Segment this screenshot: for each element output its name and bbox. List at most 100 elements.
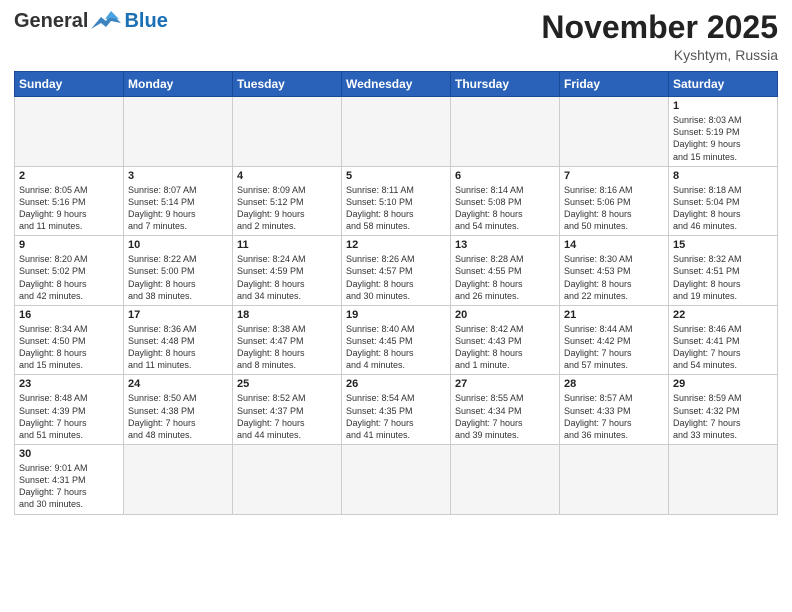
calendar-cell: 2Sunrise: 8:05 AM Sunset: 5:16 PM Daylig…	[15, 166, 124, 236]
day-number: 9	[19, 239, 119, 251]
day-info: Sunrise: 8:11 AM Sunset: 5:10 PM Dayligh…	[346, 184, 446, 233]
day-info: Sunrise: 8:42 AM Sunset: 4:43 PM Dayligh…	[455, 323, 555, 372]
day-number: 18	[237, 309, 337, 321]
calendar-cell	[233, 97, 342, 167]
calendar-cell	[451, 445, 560, 515]
day-number: 1	[673, 100, 773, 112]
weekday-header-wednesday: Wednesday	[342, 72, 451, 97]
calendar-week-row: 2Sunrise: 8:05 AM Sunset: 5:16 PM Daylig…	[15, 166, 778, 236]
month-title: November 2025	[541, 10, 778, 45]
day-info: Sunrise: 8:30 AM Sunset: 4:53 PM Dayligh…	[564, 253, 664, 302]
calendar-cell	[124, 97, 233, 167]
calendar-cell: 9 Sunrise: 8:20 AM Sunset: 5:02 PM Daylig…	[15, 236, 124, 306]
logo-bird-icon	[91, 11, 121, 33]
logo-general-text: General	[14, 10, 88, 33]
day-info: Sunrise: 8:05 AM Sunset: 5:16 PM Dayligh…	[19, 184, 119, 233]
day-number: 3	[128, 170, 228, 182]
day-number: 15	[673, 239, 773, 251]
day-info: Sunrise: 8:50 AM Sunset: 4:38 PM Dayligh…	[128, 392, 228, 441]
day-info: Sunrise: 8:20 AM Sunset: 5:02 PM Dayligh…	[19, 253, 119, 302]
calendar-cell: 4Sunrise: 8:09 AM Sunset: 5:12 PM Daylig…	[233, 166, 342, 236]
title-block: November 2025 Kyshtym, Russia	[541, 10, 778, 63]
calendar-week-row: 1 Sunrise: 8:03 AM Sunset: 5:19 PM Daylig…	[15, 97, 778, 167]
day-info: Sunrise: 8:36 AM Sunset: 4:48 PM Dayligh…	[128, 323, 228, 372]
day-info: Sunrise: 8:57 AM Sunset: 4:33 PM Dayligh…	[564, 392, 664, 441]
calendar-cell: 20 Sunrise: 8:42 AM Sunset: 4:43 PM Dayli…	[451, 305, 560, 375]
day-number: 27	[455, 378, 555, 390]
day-number: 24	[128, 378, 228, 390]
day-number: 19	[346, 309, 446, 321]
day-info: Sunrise: 8:55 AM Sunset: 4:34 PM Dayligh…	[455, 392, 555, 441]
weekday-header-saturday: Saturday	[669, 72, 778, 97]
day-number: 21	[564, 309, 664, 321]
day-info: Sunrise: 8:34 AM Sunset: 4:50 PM Dayligh…	[19, 323, 119, 372]
day-info: Sunrise: 8:07 AM Sunset: 5:14 PM Dayligh…	[128, 184, 228, 233]
day-number: 13	[455, 239, 555, 251]
day-number: 17	[128, 309, 228, 321]
calendar-cell	[451, 97, 560, 167]
calendar-cell: 11 Sunrise: 8:24 AM Sunset: 4:59 PM Dayli…	[233, 236, 342, 306]
day-number: 26	[346, 378, 446, 390]
day-info: Sunrise: 8:59 AM Sunset: 4:32 PM Dayligh…	[673, 392, 773, 441]
day-info: Sunrise: 8:52 AM Sunset: 4:37 PM Dayligh…	[237, 392, 337, 441]
calendar-cell: 10 Sunrise: 8:22 AM Sunset: 5:00 PM Dayli…	[124, 236, 233, 306]
day-info: Sunrise: 8:44 AM Sunset: 4:42 PM Dayligh…	[564, 323, 664, 372]
calendar-cell: 26 Sunrise: 8:54 AM Sunset: 4:35 PM Dayli…	[342, 375, 451, 445]
day-info: Sunrise: 8:24 AM Sunset: 4:59 PM Dayligh…	[237, 253, 337, 302]
day-number: 22	[673, 309, 773, 321]
day-number: 11	[237, 239, 337, 251]
day-number: 5	[346, 170, 446, 182]
calendar-cell: 27 Sunrise: 8:55 AM Sunset: 4:34 PM Dayli…	[451, 375, 560, 445]
calendar-cell	[560, 97, 669, 167]
day-info: Sunrise: 8:16 AM Sunset: 5:06 PM Dayligh…	[564, 184, 664, 233]
weekday-header-tuesday: Tuesday	[233, 72, 342, 97]
calendar-cell	[233, 445, 342, 515]
day-info: Sunrise: 8:32 AM Sunset: 4:51 PM Dayligh…	[673, 253, 773, 302]
calendar-cell: 5 Sunrise: 8:11 AM Sunset: 5:10 PM Daylig…	[342, 166, 451, 236]
calendar-cell: 15 Sunrise: 8:32 AM Sunset: 4:51 PM Dayli…	[669, 236, 778, 306]
calendar-cell: 25 Sunrise: 8:52 AM Sunset: 4:37 PM Dayli…	[233, 375, 342, 445]
calendar-cell: 17 Sunrise: 8:36 AM Sunset: 4:48 PM Dayli…	[124, 305, 233, 375]
calendar-cell: 3 Sunrise: 8:07 AM Sunset: 5:14 PM Daylig…	[124, 166, 233, 236]
day-number: 28	[564, 378, 664, 390]
weekday-header-monday: Monday	[124, 72, 233, 97]
day-info: Sunrise: 8:48 AM Sunset: 4:39 PM Dayligh…	[19, 392, 119, 441]
day-info: Sunrise: 8:40 AM Sunset: 4:45 PM Dayligh…	[346, 323, 446, 372]
day-info: Sunrise: 8:03 AM Sunset: 5:19 PM Dayligh…	[673, 114, 773, 163]
calendar-cell: 22Sunrise: 8:46 AM Sunset: 4:41 PM Dayli…	[669, 305, 778, 375]
calendar-cell: 14Sunrise: 8:30 AM Sunset: 4:53 PM Dayli…	[560, 236, 669, 306]
day-number: 30	[19, 448, 119, 460]
weekday-header-sunday: Sunday	[15, 72, 124, 97]
calendar-cell: 13 Sunrise: 8:28 AM Sunset: 4:55 PM Dayli…	[451, 236, 560, 306]
day-info: Sunrise: 8:09 AM Sunset: 5:12 PM Dayligh…	[237, 184, 337, 233]
day-number: 20	[455, 309, 555, 321]
day-info: Sunrise: 8:18 AM Sunset: 5:04 PM Dayligh…	[673, 184, 773, 233]
location: Kyshtym, Russia	[541, 47, 778, 63]
day-number: 29	[673, 378, 773, 390]
day-number: 12	[346, 239, 446, 251]
calendar-cell: 21 Sunrise: 8:44 AM Sunset: 4:42 PM Dayli…	[560, 305, 669, 375]
calendar-cell: 6Sunrise: 8:14 AM Sunset: 5:08 PM Daylig…	[451, 166, 560, 236]
calendar-cell: 16 Sunrise: 8:34 AM Sunset: 4:50 PM Dayli…	[15, 305, 124, 375]
calendar-cell: 29 Sunrise: 8:59 AM Sunset: 4:32 PM Dayli…	[669, 375, 778, 445]
logo-blue-text: Blue	[124, 10, 167, 33]
day-number: 7	[564, 170, 664, 182]
day-info: Sunrise: 8:22 AM Sunset: 5:00 PM Dayligh…	[128, 253, 228, 302]
day-info: Sunrise: 8:28 AM Sunset: 4:55 PM Dayligh…	[455, 253, 555, 302]
calendar-cell	[342, 445, 451, 515]
day-number: 25	[237, 378, 337, 390]
calendar-week-row: 9 Sunrise: 8:20 AM Sunset: 5:02 PM Daylig…	[15, 236, 778, 306]
day-info: Sunrise: 8:54 AM Sunset: 4:35 PM Dayligh…	[346, 392, 446, 441]
calendar-cell: 18Sunrise: 8:38 AM Sunset: 4:47 PM Dayli…	[233, 305, 342, 375]
calendar-cell: 19 Sunrise: 8:40 AM Sunset: 4:45 PM Dayli…	[342, 305, 451, 375]
calendar-table: SundayMondayTuesdayWednesdayThursdayFrid…	[14, 71, 778, 514]
day-info: Sunrise: 8:14 AM Sunset: 5:08 PM Dayligh…	[455, 184, 555, 233]
logo: General Blue	[14, 10, 168, 33]
day-number: 16	[19, 309, 119, 321]
page-header: General Blue November 2025 Kyshtym, Russ…	[14, 10, 778, 63]
weekday-header-friday: Friday	[560, 72, 669, 97]
day-number: 10	[128, 239, 228, 251]
calendar-cell: 24 Sunrise: 8:50 AM Sunset: 4:38 PM Dayli…	[124, 375, 233, 445]
calendar-cell	[560, 445, 669, 515]
calendar-cell: 30Sunrise: 9:01 AM Sunset: 4:31 PM Dayli…	[15, 445, 124, 515]
